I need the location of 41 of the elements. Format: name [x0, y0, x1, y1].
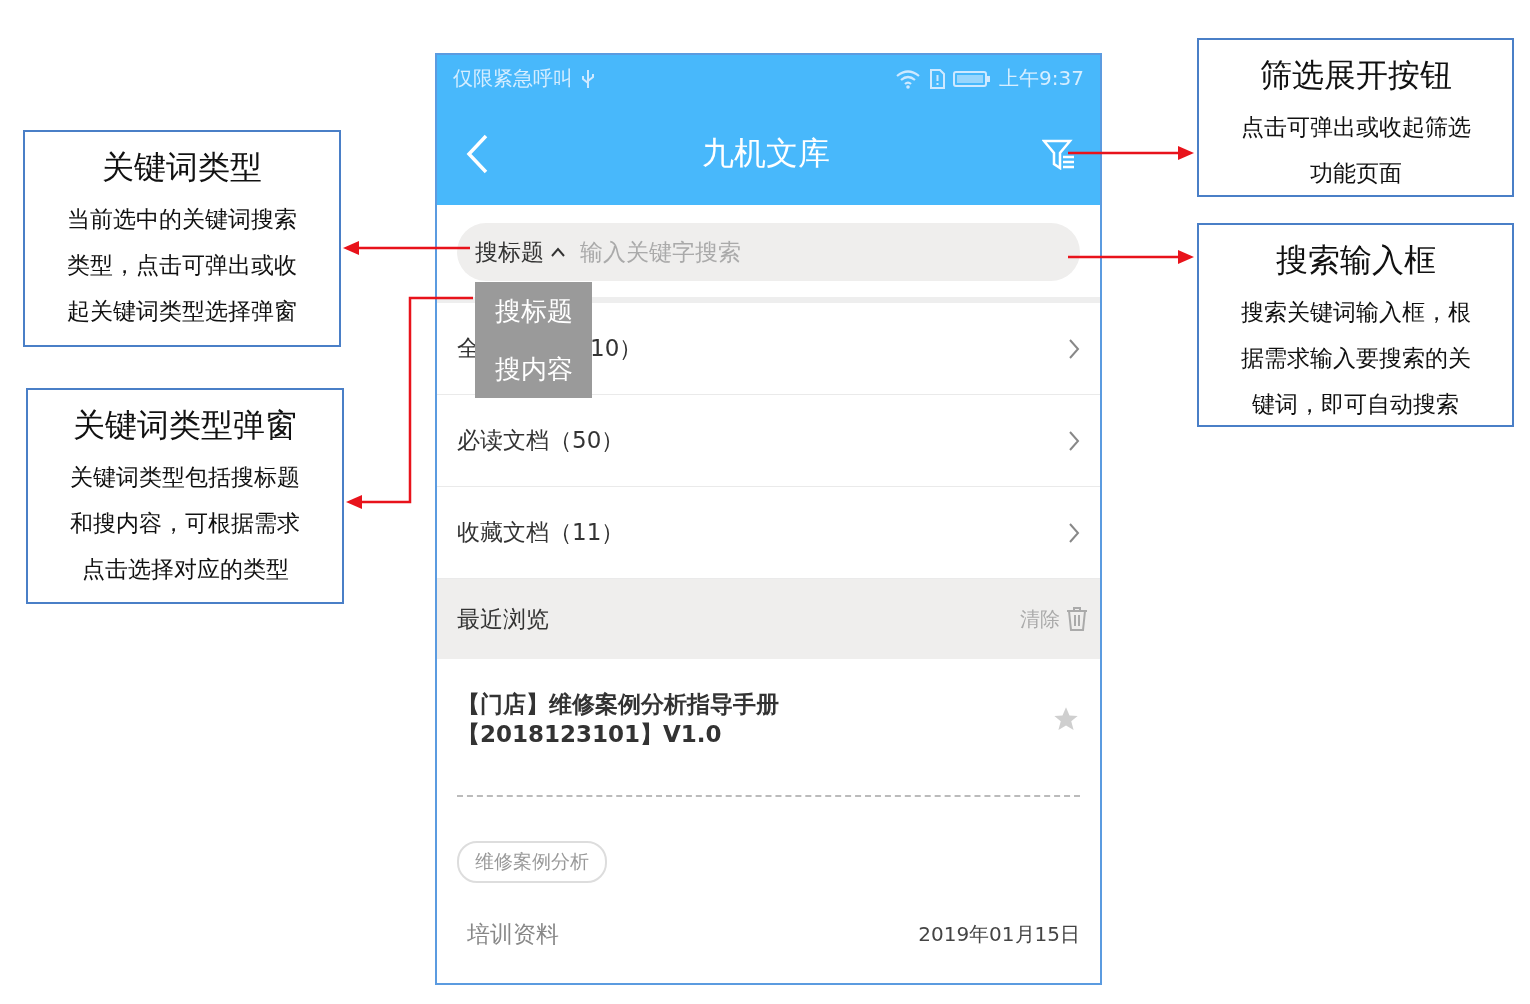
clock-text: 上午9:37: [999, 65, 1084, 92]
callout-text: 据需求输入要搜索的关: [1240, 344, 1471, 373]
back-icon[interactable]: [465, 133, 489, 174]
category-label: 10）: [590, 334, 643, 363]
chevron-icon: [1068, 337, 1080, 360]
page-title: 九机文库: [700, 132, 831, 174]
document-date: 2019年01月15日: [918, 921, 1080, 948]
trash-icon: [1066, 606, 1088, 632]
category-label: 必读文档（50）: [457, 426, 625, 455]
callout-text: 点击选择对应的类型: [81, 555, 289, 584]
caret-icon: [550, 246, 566, 258]
carrier-text: 仅限紧急呼叫: [453, 65, 573, 92]
filter-icon[interactable]: [1042, 137, 1076, 170]
document-title: 【门店】维修案例分析指导手册: [457, 690, 780, 719]
callout-text: 类型，点击可弹出或收: [67, 251, 297, 280]
usb-icon: [581, 68, 595, 89]
chevron-icon: [1068, 429, 1080, 452]
document-category: 培训资料: [467, 920, 559, 949]
callout-text: 关键词类型包括搜标题: [70, 463, 300, 492]
callout-title: 筛选展开按钮: [1259, 55, 1452, 96]
callout-title: 关键词类型弹窗: [73, 405, 297, 446]
callout-text: 和搜内容，可根据需求: [70, 509, 300, 538]
sim-card-icon: [929, 68, 946, 89]
callout-text: 当前选中的关键词搜索: [67, 205, 297, 234]
callout-text: 功能页面: [1309, 159, 1402, 188]
wifi-icon: [895, 68, 922, 89]
battery-icon: [953, 68, 992, 89]
callout-text: 点击可弹出或收起筛选: [1240, 113, 1471, 142]
category-label: 收藏文档（11）: [457, 518, 625, 547]
callout-text: 键词，即可自动搜索: [1252, 390, 1459, 419]
callout-title: 关键词类型: [102, 147, 262, 188]
document-tag: 维修案例分析: [457, 841, 607, 883]
document-card[interactable]: 【门店】维修案例分析指导手册 【2018123101】V1.0 维修案例分析 培训资料 2019年01月15日: [437, 659, 1100, 983]
document-title: 【2018123101】V1.0: [457, 720, 723, 749]
recent-title: 最近浏览: [457, 604, 549, 634]
callout-text: 搜索关键词输入框，根: [1240, 298, 1471, 327]
chevron-icon: [1068, 521, 1080, 544]
callout-text: 起关键词类型选择弹窗: [67, 297, 297, 326]
search-field[interactable]: 搜标题 输入关键字搜索: [457, 223, 1080, 281]
callout-title: 搜索输入框: [1275, 240, 1436, 281]
search-type-dropdown[interactable]: 搜标题: [475, 236, 566, 268]
